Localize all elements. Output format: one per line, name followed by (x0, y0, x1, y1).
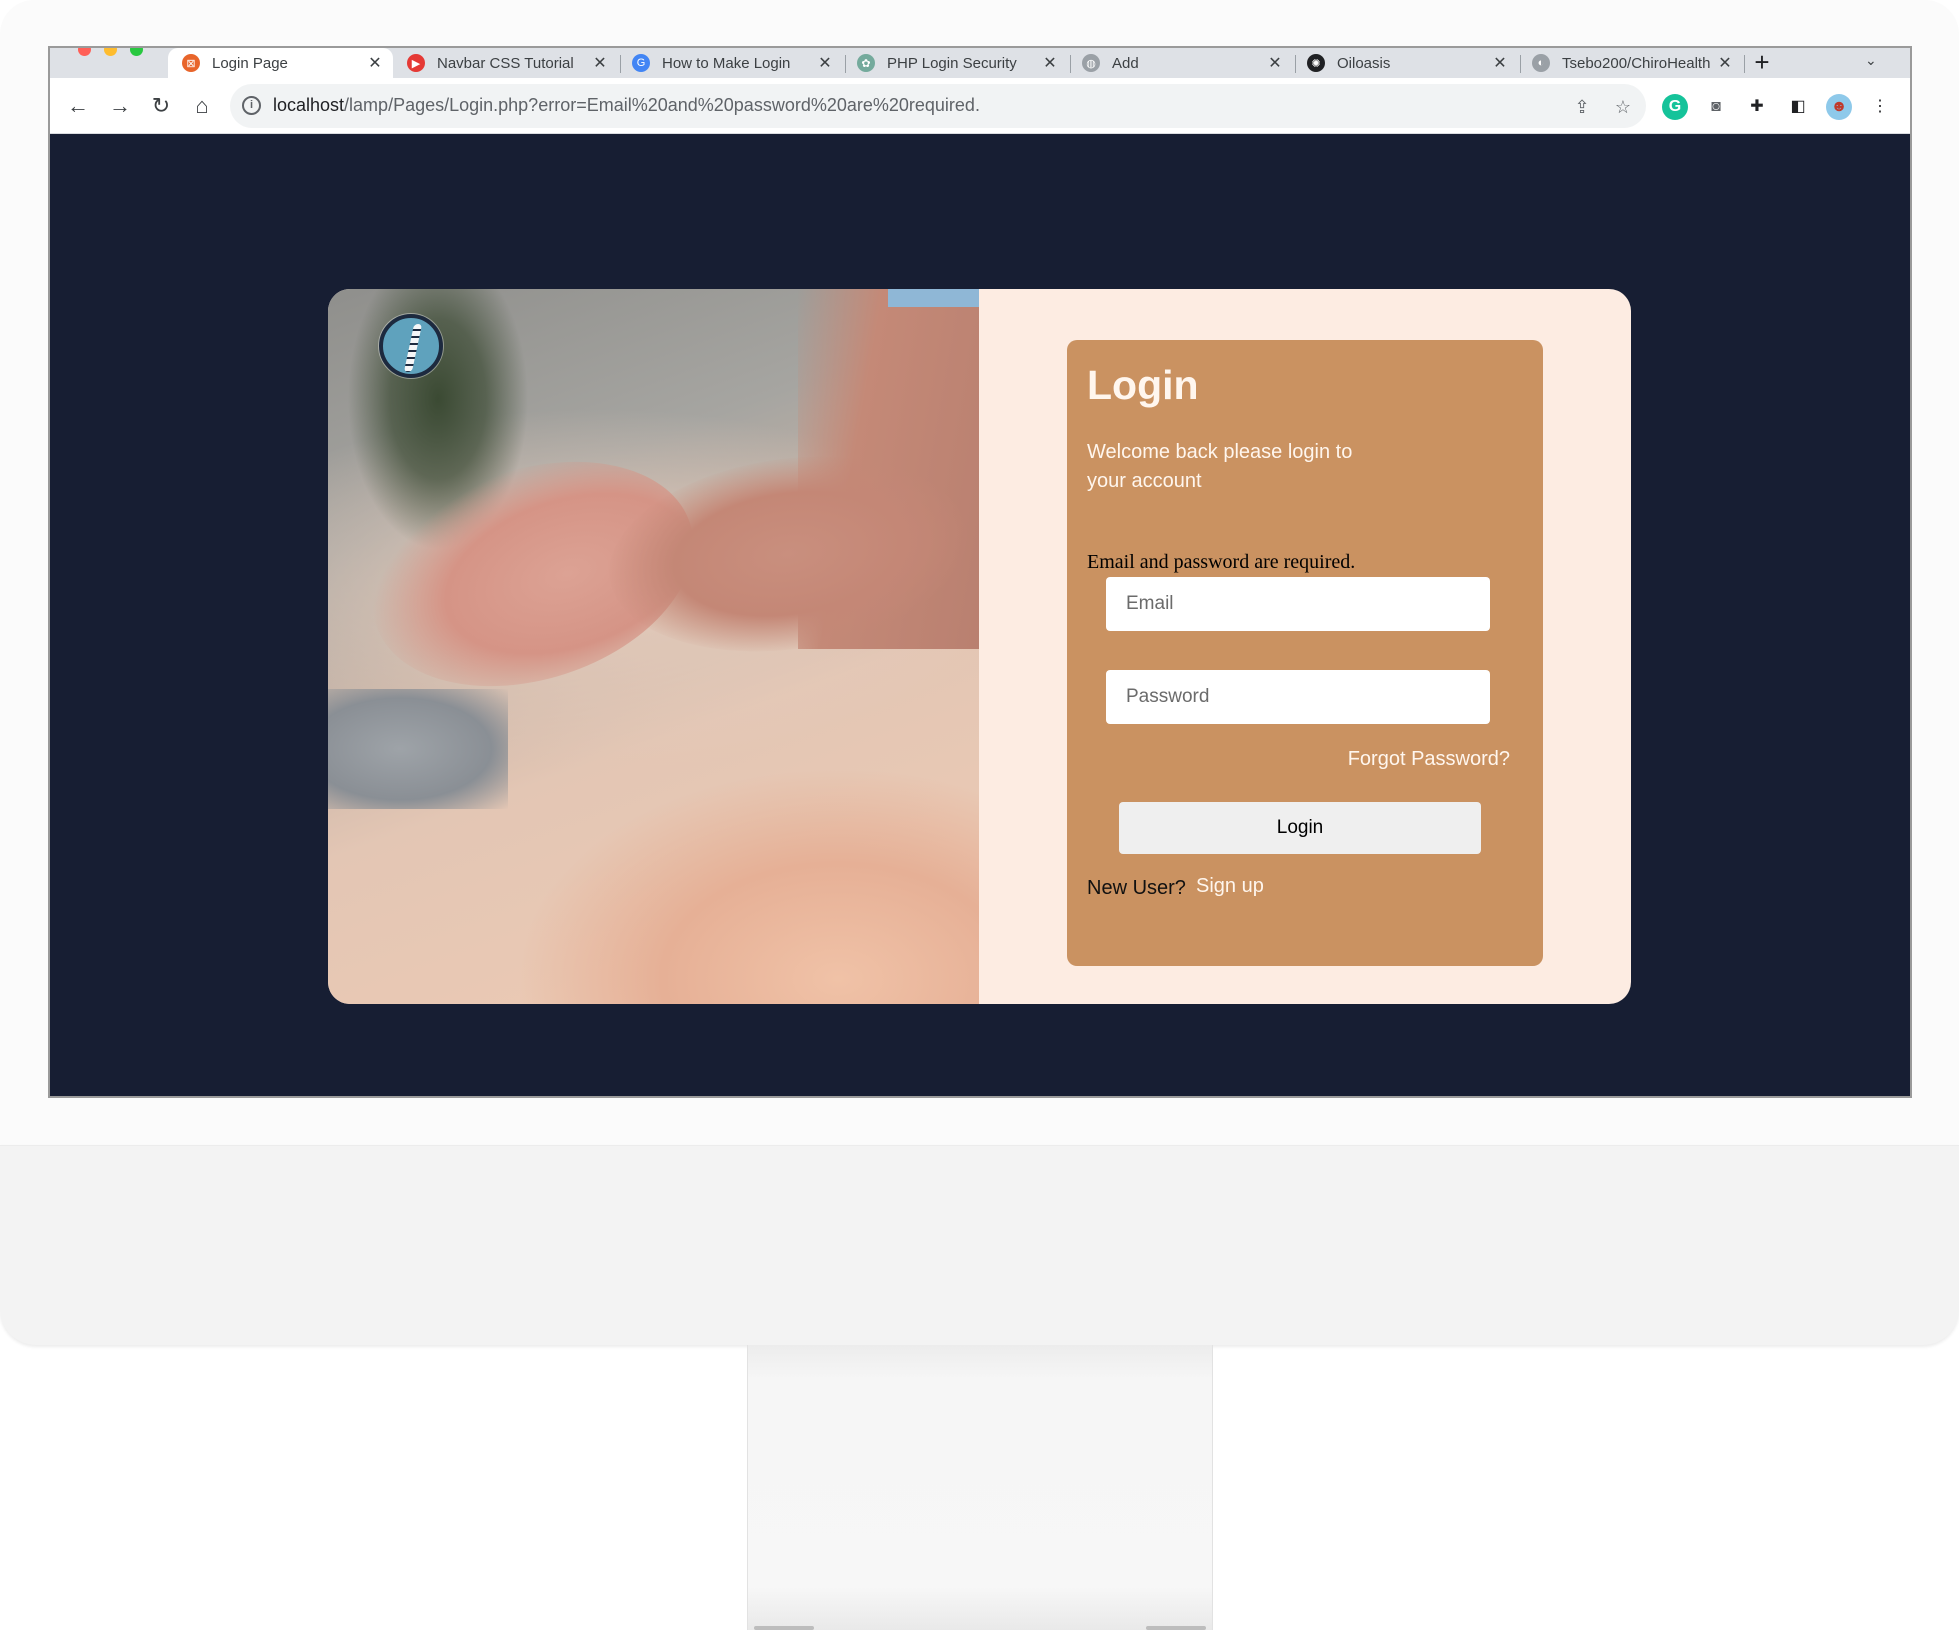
tab-strip: ⊠ Login Page ✕ ▶ Navbar CSS Tutorial ✕ G… (50, 48, 1910, 78)
minimize-window-icon[interactable] (104, 48, 117, 56)
error-message: Email and password are required. (1087, 551, 1356, 573)
youtube-favicon-icon: ▶ (407, 54, 425, 72)
password-field[interactable] (1106, 670, 1490, 724)
tab-close-icon[interactable]: ✕ (592, 53, 608, 73)
monitor-chin (0, 1145, 1959, 1345)
home-icon[interactable]: ⌂ (184, 88, 220, 124)
tab-close-icon[interactable]: ✕ (1717, 53, 1733, 73)
url-host: localhost (273, 95, 345, 115)
reload-icon[interactable]: ↻ (143, 88, 179, 124)
massage-photo (328, 289, 980, 1004)
tab-close-icon[interactable]: ✕ (1267, 53, 1283, 73)
site-info-icon[interactable]: i (242, 96, 261, 115)
spine-logo-icon (379, 314, 443, 378)
globe-favicon-icon: ◍ (1082, 54, 1100, 72)
tab-title: Add (1112, 54, 1139, 72)
browser-toolbar: ← → ↻ ⌂ i localhost/lamp/Pages/Login.php… (50, 78, 1910, 134)
new-user-label: New User? (1087, 877, 1186, 899)
url-path: /lamp/Pages/Login.php?error=Email%20and%… (344, 95, 980, 115)
photo-shorts (328, 689, 508, 809)
signup-link[interactable]: Sign up (1196, 875, 1264, 898)
monitor-stand (747, 1345, 1213, 1630)
menu-icon[interactable]: ⋮ (1867, 94, 1893, 120)
tab-php-login-security[interactable]: ✿ PHP Login Security ✕ (843, 48, 1068, 78)
login-form: Login Welcome back please login to your … (1067, 340, 1543, 966)
tab-search-icon[interactable]: ⌄ (1865, 52, 1877, 69)
tab-how-to-make-login[interactable]: G How to Make Login ✕ (618, 48, 843, 78)
stand-foot (1146, 1626, 1206, 1630)
extensions-icon[interactable]: ✚ (1744, 94, 1770, 120)
forward-icon[interactable]: → (102, 88, 138, 124)
tab-title: How to Make Login (662, 54, 791, 72)
share-icon[interactable]: ⇪ (1569, 94, 1595, 120)
address-bar[interactable]: i localhost/lamp/Pages/Login.php?error=E… (230, 84, 1646, 128)
tab-title: Tsebo200/ChiroHealth (1562, 54, 1711, 72)
xampp-favicon-icon: ⊠ (182, 54, 200, 72)
grammarly-icon[interactable]: G (1662, 94, 1688, 120)
tab-navbar-css[interactable]: ▶ Navbar CSS Tutorial ✕ (393, 48, 618, 78)
google-favicon-icon: G (632, 54, 650, 72)
forgot-password-link[interactable]: Forgot Password? (1348, 748, 1510, 771)
back-icon[interactable]: ← (60, 88, 96, 124)
tab-close-icon[interactable]: ✕ (367, 53, 383, 73)
login-heading: Login (1087, 362, 1199, 408)
camera-icon[interactable]: ◙ (1703, 94, 1729, 120)
email-field[interactable] (1106, 577, 1490, 631)
github-favicon-icon: ◐ (1532, 54, 1550, 72)
tab-close-icon[interactable]: ✕ (1042, 53, 1058, 73)
tab-close-icon[interactable]: ✕ (817, 53, 833, 73)
stand-foot (754, 1626, 814, 1630)
tab-oiloasis[interactable]: ✺ Oiloasis ✕ (1293, 48, 1518, 78)
zoom-window-icon[interactable] (130, 48, 143, 56)
close-window-icon[interactable] (78, 48, 91, 56)
photo-sleeve (888, 289, 979, 307)
side-panel-icon[interactable]: ◧ (1785, 94, 1811, 120)
oiloasis-favicon-icon: ✺ (1307, 54, 1325, 72)
tab-close-icon[interactable]: ✕ (1492, 53, 1508, 73)
tab-title: PHP Login Security (887, 54, 1017, 72)
tab-title: Oiloasis (1337, 54, 1391, 72)
tab-title: Login Page (212, 54, 288, 72)
tab-github-chirohealth[interactable]: ◐ Tsebo200/ChiroHealth ✕ (1518, 48, 1743, 78)
tab-add[interactable]: ◍ Add ✕ (1068, 48, 1293, 78)
tab-login-page[interactable]: ⊠ Login Page ✕ (168, 48, 393, 78)
login-subtitle: Welcome back please login to your accoun… (1087, 441, 1353, 492)
profile-avatar-icon[interactable]: ☻ (1826, 94, 1852, 120)
tab-separator (1744, 55, 1745, 73)
browser-window: ⊠ Login Page ✕ ▶ Navbar CSS Tutorial ✕ G… (48, 46, 1912, 1098)
login-button[interactable]: Login (1119, 802, 1481, 854)
tab-title: Navbar CSS Tutorial (437, 54, 574, 72)
bookmark-star-icon[interactable]: ☆ (1610, 94, 1636, 120)
new-tab-icon[interactable]: + (1750, 49, 1774, 76)
chatgpt-favicon-icon: ✿ (857, 54, 875, 72)
url-text[interactable]: localhost/lamp/Pages/Login.php?error=Ema… (273, 95, 980, 116)
login-card: Login Welcome back please login to your … (328, 289, 1631, 1004)
